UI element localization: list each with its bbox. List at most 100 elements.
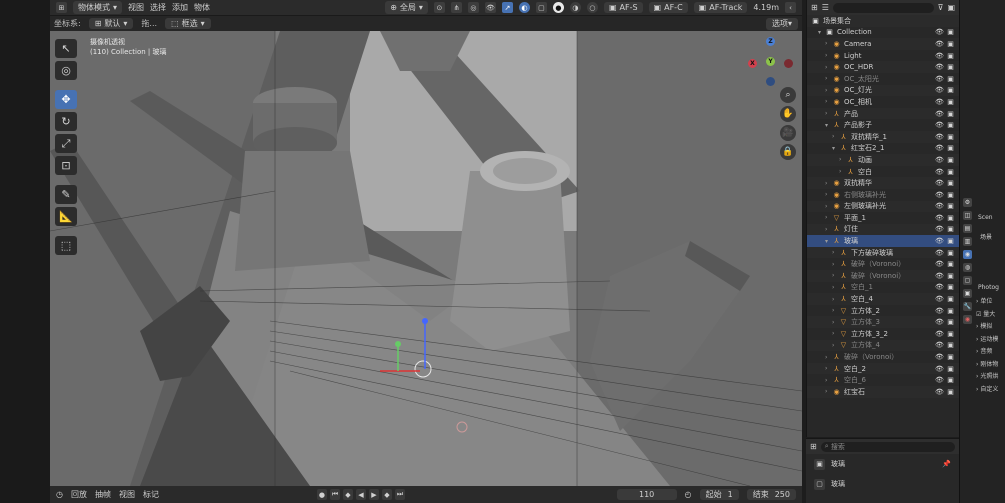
- chevron-down-icon[interactable]: ▾: [818, 29, 825, 36]
- render-camera-icon[interactable]: ▣: [946, 237, 955, 245]
- eye-icon[interactable]: 👁: [935, 249, 944, 257]
- display-mode-icon[interactable]: ☰: [822, 3, 829, 12]
- eye-icon[interactable]: 👁: [935, 365, 944, 373]
- outliner-row[interactable]: › ⅄ 下方破碎玻璃 👁 ▣: [807, 246, 959, 259]
- render-camera-icon[interactable]: ▣: [946, 260, 955, 268]
- render-camera-icon[interactable]: ▣: [946, 168, 955, 176]
- outliner-row[interactable]: ▾ ▣ Collection 👁 ▣: [807, 27, 959, 39]
- chevron-right-icon[interactable]: ›: [832, 342, 839, 349]
- move-tool[interactable]: ✥: [55, 90, 77, 109]
- outliner-row[interactable]: › ◉ Camera 👁 ▣: [807, 38, 959, 50]
- render-camera-icon[interactable]: ▣: [946, 307, 955, 315]
- pan-hand-icon[interactable]: ✋: [780, 106, 796, 122]
- panel-audio[interactable]: › 音频: [976, 346, 998, 359]
- eye-icon[interactable]: 👁: [935, 110, 944, 118]
- drag-dropdown[interactable]: ⬚ 框选 ▾: [165, 18, 211, 29]
- render-camera-icon[interactable]: ▣: [946, 98, 955, 106]
- current-frame-field[interactable]: 110: [616, 489, 677, 500]
- filter-icon[interactable]: ⊽: [938, 3, 944, 12]
- outliner-editor-icon[interactable]: ⊞: [811, 3, 818, 12]
- outliner-row[interactable]: › ⅄ 破碎（Voronoi） 👁 ▣: [807, 270, 959, 282]
- material-tab-icon[interactable]: ◉: [963, 315, 972, 324]
- render-camera-icon[interactable]: ▣: [946, 63, 955, 71]
- render-camera-icon[interactable]: ▣: [946, 353, 955, 361]
- prev-key-icon[interactable]: ◆: [342, 489, 353, 500]
- outliner-row[interactable]: › ⅄ 空白_1 👁 ▣: [807, 282, 959, 294]
- select-box-tool[interactable]: ↖: [55, 39, 77, 58]
- outliner-row[interactable]: ▾ ⅄ 产品影子 👁 ▣: [807, 119, 959, 131]
- outliner-row[interactable]: ▾ ⅄ 红宝石2_1 👁 ▣: [807, 143, 959, 155]
- next-key-icon[interactable]: ◆: [381, 489, 392, 500]
- eye-icon[interactable]: 👁: [935, 40, 944, 48]
- outliner-row[interactable]: › ▽ 立方体_4 👁 ▣: [807, 339, 959, 352]
- z-axis-icon[interactable]: Z: [766, 37, 775, 46]
- render-camera-icon[interactable]: ▣: [946, 75, 955, 83]
- render-camera-icon[interactable]: ▣: [946, 28, 955, 36]
- properties-object-row[interactable]: ▣ 玻璃 📌: [806, 454, 959, 474]
- eye-icon[interactable]: 👁: [935, 237, 944, 245]
- chevron-right-icon[interactable]: ›: [825, 226, 832, 233]
- outliner-row[interactable]: › ◉ OC_HDR 👁 ▣: [807, 61, 959, 73]
- properties-search-input[interactable]: ⌕ 搜索: [820, 441, 955, 452]
- scene-collection-row[interactable]: ▣ 场景集合: [807, 15, 959, 27]
- eye-icon[interactable]: 👁: [935, 202, 944, 210]
- panel-simulation[interactable]: › 模拟: [976, 321, 998, 334]
- transform-tool[interactable]: ⊡: [55, 156, 77, 175]
- outliner-row[interactable]: › ⅄ 动画 👁 ▣: [807, 154, 959, 166]
- chevron-right-icon[interactable]: ›: [839, 168, 846, 175]
- xray-icon[interactable]: ▢: [535, 2, 547, 13]
- snap-icon[interactable]: ⋔: [450, 2, 462, 13]
- render-camera-icon[interactable]: ▣: [946, 110, 955, 118]
- eye-icon[interactable]: 👁: [935, 318, 944, 326]
- chevron-right-icon[interactable]: ›: [825, 377, 832, 384]
- cursor-tool[interactable]: ◎: [55, 61, 77, 80]
- panel-motion[interactable]: › 运动模: [976, 334, 998, 347]
- jump-end-icon[interactable]: ⏭: [394, 489, 405, 500]
- af-s-button[interactable]: ▣ AF-S: [603, 2, 643, 13]
- gizmo-toggle-icon[interactable]: ↗: [501, 2, 513, 13]
- chevron-right-icon[interactable]: ›: [825, 98, 832, 105]
- render-camera-icon[interactable]: ▣: [946, 133, 955, 141]
- eye-icon[interactable]: 👁: [935, 295, 944, 303]
- chevron-right-icon[interactable]: ›: [825, 87, 832, 94]
- transform-orientation-dropdown[interactable]: ⊕ 全局 ▾: [385, 1, 428, 14]
- y-axis-icon[interactable]: Y: [766, 57, 775, 66]
- chevron-right-icon[interactable]: ›: [825, 191, 832, 198]
- render-camera-icon[interactable]: ▣: [946, 144, 955, 152]
- render-camera-icon[interactable]: ▣: [946, 249, 955, 257]
- tool-tab-icon[interactable]: ⚙: [963, 198, 972, 207]
- panel-light-bake[interactable]: › 光照烘: [976, 371, 998, 384]
- zoom-icon[interactable]: ⌕: [780, 87, 796, 103]
- chevron-down-icon[interactable]: ▾: [832, 145, 839, 152]
- outliner-row[interactable]: › ◉ OC_灯光 👁 ▣: [807, 84, 959, 97]
- chevron-right-icon[interactable]: ›: [825, 365, 832, 372]
- menu-select[interactable]: 选择: [150, 2, 166, 13]
- object-tab-icon[interactable]: ▣: [963, 289, 972, 298]
- add-cube-tool[interactable]: ⬚: [55, 236, 77, 255]
- editor-type-icon[interactable]: ⊞: [56, 2, 67, 13]
- chevron-right-icon[interactable]: ›: [832, 284, 839, 291]
- eye-icon[interactable]: 👁: [935, 133, 944, 141]
- chevron-right-icon[interactable]: ›: [825, 354, 832, 361]
- eye-icon[interactable]: 👁: [935, 168, 944, 176]
- chevron-right-icon[interactable]: ›: [825, 214, 832, 221]
- outliner-row[interactable]: ▾ ⅄ 玻璃 👁 ▣: [807, 235, 959, 247]
- shading-solid-icon[interactable]: ●: [552, 2, 564, 13]
- eye-icon[interactable]: 👁: [935, 353, 944, 361]
- eye-icon[interactable]: 👁: [935, 272, 944, 280]
- eye-icon[interactable]: 👁: [935, 28, 944, 36]
- x-axis-icon[interactable]: X: [748, 59, 757, 68]
- chevron-right-icon[interactable]: ›: [832, 296, 839, 303]
- outliner-row[interactable]: › ⅄ 空白 👁 ▣: [807, 166, 959, 178]
- coord-system-dropdown[interactable]: ⊞ 默认 ▾: [88, 18, 134, 29]
- annotate-tool[interactable]: ✎: [55, 185, 77, 204]
- outliner-row[interactable]: › ▽ 立方体_3_2 👁 ▣: [807, 328, 959, 340]
- render-camera-icon[interactable]: ▣: [946, 191, 955, 199]
- render-camera-icon[interactable]: ▣: [946, 179, 955, 187]
- scene-tab-icon[interactable]: ◉: [963, 250, 972, 259]
- pivot-icon[interactable]: ⊙: [433, 2, 445, 13]
- render-camera-icon[interactable]: ▣: [946, 214, 955, 222]
- eye-icon[interactable]: 👁: [935, 144, 944, 152]
- render-camera-icon[interactable]: ▣: [946, 318, 955, 326]
- neg-x-axis-icon[interactable]: [784, 59, 793, 68]
